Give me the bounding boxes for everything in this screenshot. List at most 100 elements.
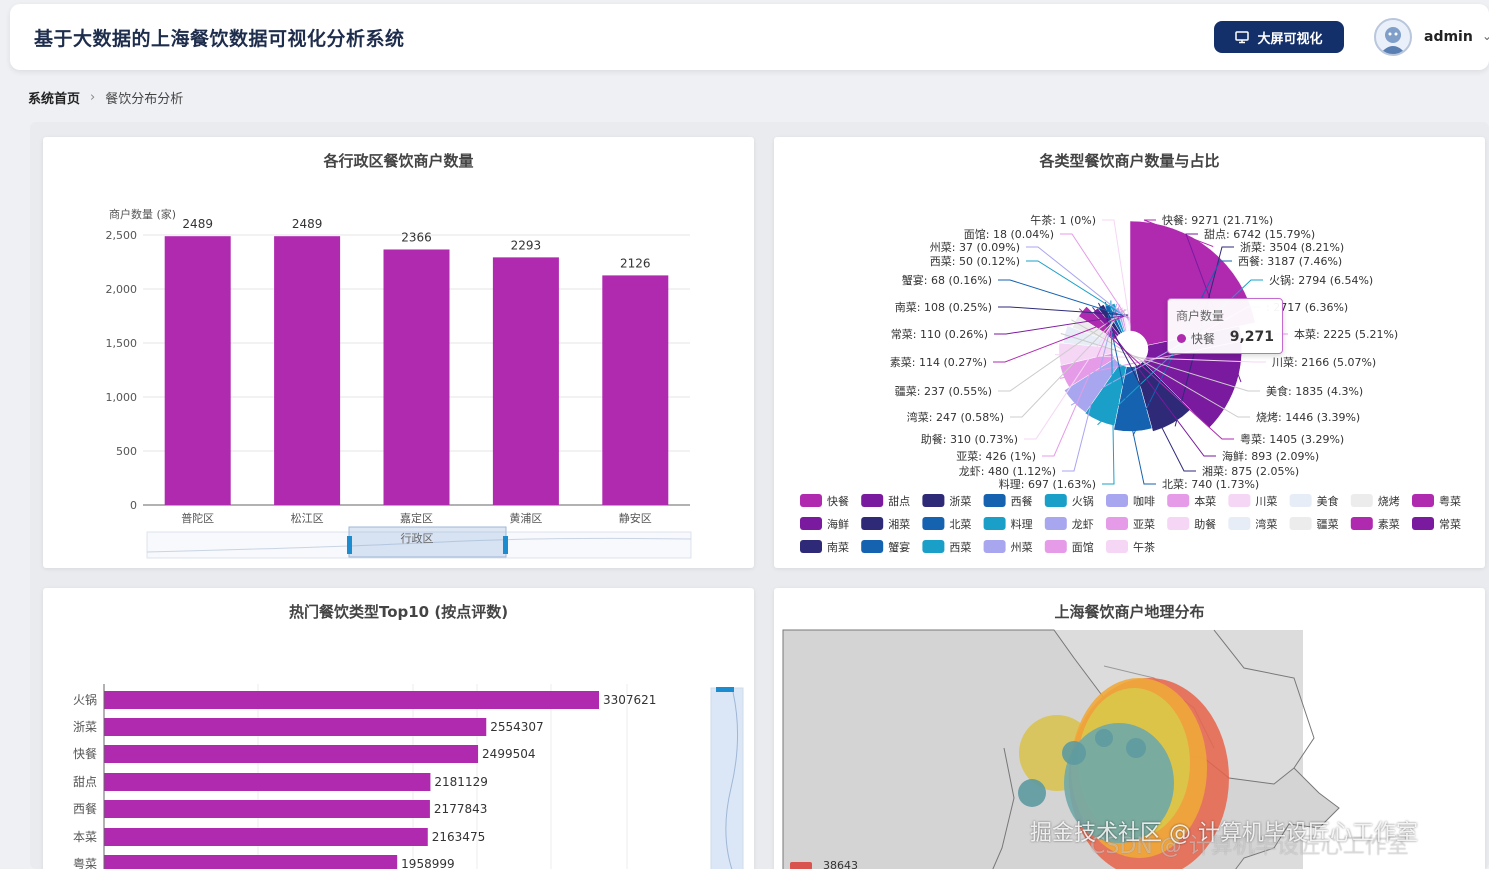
bigscreen-button[interactable]: 大屏可视化 [1214,21,1344,53]
legend-swatch[interactable] [1350,517,1373,530]
avatar[interactable] [1374,18,1412,56]
legend-label[interactable]: 川菜 [1255,495,1277,508]
legend-label[interactable]: 本菜 [1194,494,1216,508]
legend-swatch[interactable] [1106,540,1128,553]
map-legend-value: 38643 [823,859,858,869]
legend-label[interactable]: 料理 [1011,517,1033,531]
legend-swatch[interactable] [1044,494,1067,507]
legend-swatch[interactable] [1350,494,1373,507]
legend-label[interactable]: 南菜 [827,541,849,554]
bar[interactable] [104,718,487,736]
legend-swatch[interactable] [861,540,884,553]
legend-swatch[interactable] [1412,517,1434,530]
legend-label[interactable]: 湾菜 [1255,517,1277,531]
bigscreen-label: 大屏可视化 [1257,31,1323,47]
legend-label[interactable]: 浙菜 [949,495,971,508]
bar-value-label: 2366 [401,230,432,244]
legend-swatch[interactable] [800,540,822,553]
x-tick-label: 普陀区 [181,511,214,525]
slice-label: 海鲜: 893 (2.09%) [1222,449,1319,463]
legend-label[interactable]: 面馆 [1072,540,1094,554]
legend-swatch[interactable] [1167,494,1190,507]
breadcrumb: 系统首页 › 餐饮分布分析 [28,88,183,107]
legend-label[interactable]: 甜点 [888,495,910,508]
bar[interactable] [104,855,398,869]
bar[interactable] [383,249,450,505]
slice-label: 美食: 1835 (4.3%) [1266,384,1363,398]
legend-swatch[interactable] [800,494,822,507]
legend-swatch[interactable] [800,517,822,530]
app-title: 基于大数据的上海餐饮数据可视化分析系统 [34,28,405,50]
legend-label[interactable]: 素菜 [1378,518,1400,531]
legend-swatch[interactable] [983,517,1006,530]
legend-label[interactable]: 疆菜 [1317,518,1339,531]
district-chart: 商户数量 (家) 0 500 1,000 1,500 2,000 2,500 2489 普陀区 2… [106,207,692,559]
tooltip-value: 9,271 [1229,329,1274,345]
legend-label[interactable]: 海鲜 [827,517,849,531]
legend-swatch[interactable] [1228,517,1251,530]
legend-label[interactable]: 亚菜 [1133,518,1155,531]
legend-swatch[interactable] [1289,517,1312,530]
legend-swatch[interactable] [1228,494,1251,507]
zoom-handle-right[interactable] [503,536,508,554]
chevron-down-icon[interactable]: ⌄ [1482,29,1489,43]
legend-label[interactable]: 州菜 [1011,541,1033,554]
legend-label[interactable]: 蟹宴 [888,540,910,554]
username[interactable]: admin [1424,29,1473,45]
legend-label[interactable]: 常菜 [1439,518,1461,531]
legend-label[interactable]: 烧烤 [1378,494,1400,508]
legend-swatch[interactable] [922,517,945,530]
bar[interactable] [164,236,231,506]
legend-label[interactable]: 北菜 [949,518,971,531]
legend-label[interactable]: 咖啡 [1133,494,1155,508]
bar[interactable] [104,800,430,818]
legend-swatch[interactable] [922,540,945,553]
legend-swatch[interactable] [861,517,884,530]
legend-swatch[interactable] [1106,494,1128,507]
legend-swatch[interactable] [1106,517,1128,530]
zoom-handle-top[interactable] [716,687,734,692]
slice-label: 西菜: 50 (0.12%) [930,255,1020,268]
legend-label[interactable]: 龙虾 [1072,518,1094,531]
slice-label: 北菜: 740 (1.73%) [1162,478,1259,491]
legend-swatch[interactable] [983,540,1006,553]
map-bubble [1018,779,1046,807]
zoom-track-vertical[interactable] [710,687,744,869]
bar[interactable] [104,691,599,709]
legend-swatch[interactable] [861,494,884,507]
legend-swatch[interactable] [1167,517,1190,530]
slice-label: 州菜: 37 (0.09%) [930,241,1020,254]
bar[interactable] [104,745,479,763]
legend-label[interactable]: 助餐 [1194,517,1216,531]
legend-label[interactable]: 快餐 [827,494,849,508]
legend-label[interactable]: 火锅 [1072,495,1094,508]
breadcrumb-home[interactable]: 系统首页 [28,88,80,107]
bar[interactable] [602,275,669,505]
map-bubble [1095,729,1113,747]
bar[interactable] [274,236,341,506]
legend-swatch[interactable] [1044,517,1067,530]
slice-label: 快餐: 9271 (21.71%) [1162,213,1273,227]
legend-swatch[interactable] [1044,540,1067,553]
legend-label[interactable]: 西菜 [949,541,971,554]
bar[interactable] [104,828,428,846]
legend-swatch[interactable] [1412,494,1434,507]
legend-label[interactable]: 湘菜 [888,517,910,531]
slice-label: 助餐: 310 (0.73%) [921,432,1018,446]
legend-swatch[interactable] [922,494,945,507]
legend-swatch[interactable] [1289,494,1312,507]
breadcrumb-current: 餐饮分布分析 [105,92,184,107]
legend-label[interactable]: 美食 [1317,494,1339,508]
zoom-handle-left[interactable] [347,536,352,554]
legend-label[interactable]: 粤菜 [1439,494,1461,508]
y-tick-label: 快餐 [73,746,97,761]
legend-swatch[interactable] [983,494,1006,507]
legend-label[interactable]: 西餐 [1011,494,1033,508]
bar-value-label: 3307621 [603,693,656,707]
bar[interactable] [492,257,559,505]
y-tick-label: 500 [116,445,137,458]
bar[interactable] [104,773,431,791]
slice-label: 常菜: 110 (0.26%) [891,328,988,341]
bar-value-label: 2177843 [434,802,487,816]
legend-label[interactable]: 午茶 [1133,541,1155,554]
